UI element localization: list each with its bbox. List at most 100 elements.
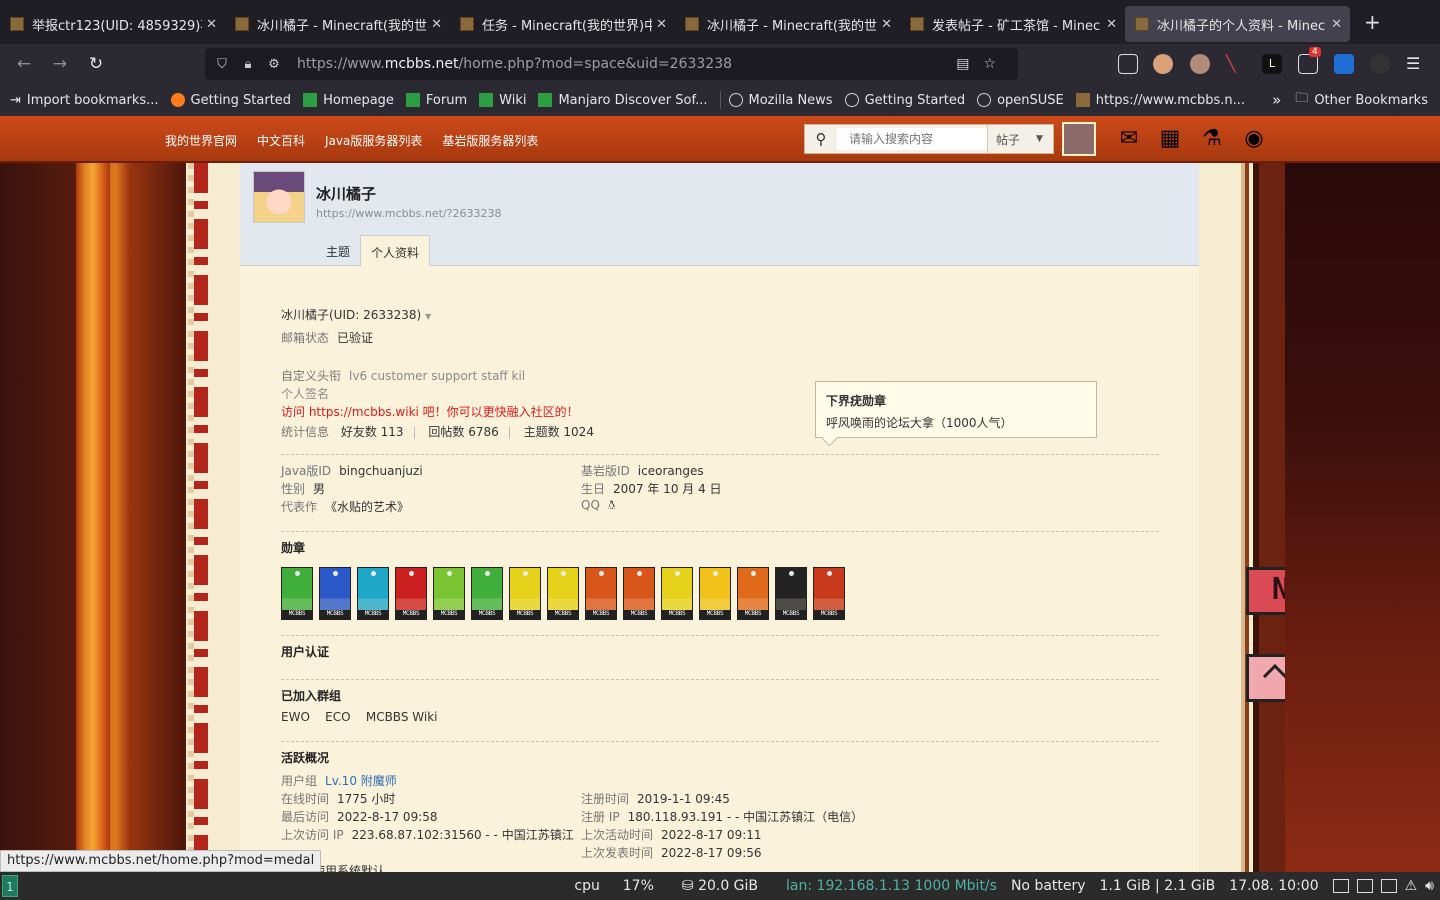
browser-tab[interactable]: 冰川橘子 - Minecraft(我的世 ✕ (225, 6, 450, 42)
java-medal[interactable]: MCBBS (395, 567, 427, 620)
pocket-icon[interactable] (1118, 54, 1138, 74)
browser-tab[interactable]: 发表帖子 - 矿工茶馆 - Minec ✕ (900, 6, 1125, 42)
extension-badge-icon[interactable]: 4 (1298, 47, 1321, 74)
close-tab-icon[interactable]: ✕ (881, 17, 892, 32)
leaf-medal[interactable]: MCBBS (585, 567, 617, 620)
address-bar[interactable]: ⛉ 🔒︎ ⚙ https://www.mcbbs.net/home.php?mo… (205, 48, 1018, 80)
signature-text[interactable]: 访问 https://mcbbs.wiki 吧！你可以更快融入社区的！ (281, 403, 579, 420)
new-tab-button[interactable]: + (1364, 10, 1381, 34)
pickaxe2-medal[interactable]: MCBBS (547, 567, 579, 620)
nav-link-official[interactable]: 我的世界官网 (165, 132, 237, 149)
other-bookmarks[interactable]: 🗀 Other Bookmarks (1295, 89, 1428, 111)
search-type-select[interactable]: 帖子 ▼ (987, 125, 1049, 153)
robot-medal[interactable]: MCBBS (357, 567, 389, 620)
extension-blue-icon[interactable] (1334, 54, 1354, 74)
browser-tab[interactable]: 任务 - Minecraft(我的世界)中 ✕ (450, 6, 675, 42)
group-link[interactable]: ECO (325, 710, 350, 724)
ten-medal[interactable]: MCBBS (737, 567, 769, 620)
bookmark-item[interactable]: Getting Started (844, 93, 965, 108)
system-tray: cpu 17% ⛁ 20.0 GiB lan: 192.168.1.13 100… (574, 872, 1440, 900)
update-icon[interactable]: ⚠ (1405, 878, 1418, 894)
account-icon[interactable] (1153, 54, 1173, 74)
menu-hamburger-icon[interactable]: ☰ (1406, 54, 1426, 74)
ore-medal[interactable]: MCBBS (775, 567, 807, 620)
forward-arrow-icon[interactable]: → (42, 54, 78, 74)
back-arrow-icon[interactable]: ← (6, 54, 42, 74)
bookmark-item[interactable]: Forum (405, 93, 467, 108)
forbidden-medal[interactable]: MCBBS (471, 567, 503, 620)
link-status-url: https://www.mcbbs.net/home.php?mod=medal (0, 850, 322, 872)
diamond-pickaxe-medal[interactable]: MCBBS (661, 567, 693, 620)
display-icon[interactable] (1380, 879, 1397, 893)
threads-count[interactable]: 主题数 1024 (524, 425, 594, 439)
leaf2-medal[interactable]: MCBBS (623, 567, 655, 620)
nav-link-wiki[interactable]: 中文百科 (257, 132, 305, 149)
qq-penguin-icon[interactable]: 🐧︎ (608, 498, 615, 512)
keyboard-icon[interactable] (1356, 879, 1373, 893)
browser-tab-active[interactable]: 冰川橘子的个人资料 - Minec ✕ (1125, 6, 1350, 42)
extension-avatar-icon[interactable] (1190, 54, 1210, 74)
cookie-icon[interactable]: ◉ (1239, 124, 1269, 154)
search-input[interactable] (837, 128, 987, 150)
close-tab-icon[interactable]: ✕ (1331, 17, 1342, 32)
crafting-table-icon[interactable]: ▦ (1155, 124, 1185, 154)
potion-icon[interactable]: ⚗ (1197, 124, 1227, 154)
bookmark-item[interactable]: Mozilla News (728, 93, 833, 108)
helmet-medal[interactable]: MCBBS (699, 567, 731, 620)
browser-tab[interactable]: 冰川橘子 - Minecraft(我的世 ✕ (675, 6, 900, 42)
name-uid[interactable]: 冰川橘子(UID: 2633238) ▼ (281, 306, 431, 323)
nav-link-bedrock-servers[interactable]: 基岩版服务器列表 (442, 132, 538, 149)
news-medal[interactable]: MCBBS (281, 567, 313, 620)
cpu-monitor: cpu 17% (574, 878, 654, 894)
gold-ingot-medal[interactable]: MCBBS (433, 567, 465, 620)
bookmark-item[interactable]: ⇥ Import bookmarks... (10, 93, 159, 108)
reader-bookmark-icons[interactable]: ▤☆ (956, 56, 1010, 72)
volume-icon[interactable]: 🔊︎ (1425, 878, 1434, 894)
bookmark-item[interactable]: Manjaro Discover Sof... (538, 93, 708, 108)
chevron-right-double-icon[interactable]: » (1272, 91, 1281, 109)
replies-count[interactable]: 回帖数 6786 (428, 425, 498, 439)
bookmark-item[interactable]: openSUSE (977, 93, 1064, 108)
message-sign-button[interactable] (1246, 654, 1310, 702)
bookmark-item[interactable]: Homepage (303, 93, 394, 108)
close-tab-icon[interactable]: ✕ (1106, 17, 1117, 32)
clock[interactable]: 17.08. 10:00 (1229, 878, 1318, 894)
shield-icon[interactable]: ⛉ (209, 57, 235, 72)
tab-threads[interactable]: 主题 (316, 235, 360, 266)
bookmark-item[interactable]: Getting Started (170, 93, 291, 108)
close-tab-icon[interactable]: ✕ (431, 17, 442, 32)
profile-avatar[interactable] (253, 171, 305, 223)
birthday: 生日 2007 年 10 月 4 日 (581, 482, 722, 496)
nav-link-java-servers[interactable]: Java版服务器列表 (325, 132, 422, 149)
clipboard-icon[interactable] (1332, 879, 1349, 893)
profile-url[interactable]: https://www.mcbbs.net/?2633238 (316, 207, 501, 220)
workspace-indicator[interactable]: 1 (2, 875, 18, 897)
bookmark-item[interactable]: https://www.mcbbs.n... (1075, 93, 1245, 108)
new-sign-button[interactable]: NEW (1246, 567, 1358, 615)
close-tab-icon[interactable]: ✕ (206, 17, 217, 32)
extension-dark-icon[interactable] (1370, 54, 1390, 74)
close-tab-icon[interactable]: ✕ (656, 17, 667, 32)
permissions-icon[interactable]: ⚙ (261, 57, 287, 72)
pickaxe-medal[interactable]: MCBBS (509, 567, 541, 620)
reload-icon[interactable]: ↻ (78, 54, 114, 74)
usergroup-link[interactable]: Lv.10 附魔师 (325, 774, 397, 788)
browser-tab[interactable]: 举报ctr123(UID: 4859329)石 ✕ (0, 6, 225, 42)
page-scrollbar[interactable] (1436, 271, 1439, 631)
last-active: 上次活动时间 2022-8-17 09:11 (581, 828, 762, 842)
group-link[interactable]: MCBBS Wiki (366, 710, 438, 724)
extension-slash-icon[interactable]: ╲ (1226, 54, 1246, 74)
search-icon[interactable]: ⚲ (805, 130, 837, 148)
lock-icon[interactable]: 🔒︎ (235, 57, 261, 72)
medal-tag: MCBBS (814, 610, 844, 619)
messages-icon[interactable]: ✉ (1114, 124, 1144, 154)
user-avatar[interactable] (1062, 122, 1096, 156)
tab-profile[interactable]: 个人资料 (360, 235, 431, 266)
friends-count[interactable]: 好友数 113 (341, 425, 404, 439)
bookmark-item[interactable]: Wiki (479, 93, 526, 108)
group-link[interactable]: EWO (281, 710, 310, 724)
nether-medal[interactable]: MCBBS (813, 567, 845, 620)
site-header: 我的世界官网 中文百科 Java版服务器列表 基岩版服务器列表 ⚲ 帖子▼ ✉ … (0, 116, 1440, 163)
computer-medal[interactable]: MCBBS (319, 567, 351, 620)
extension-l-icon[interactable]: L (1262, 54, 1282, 74)
